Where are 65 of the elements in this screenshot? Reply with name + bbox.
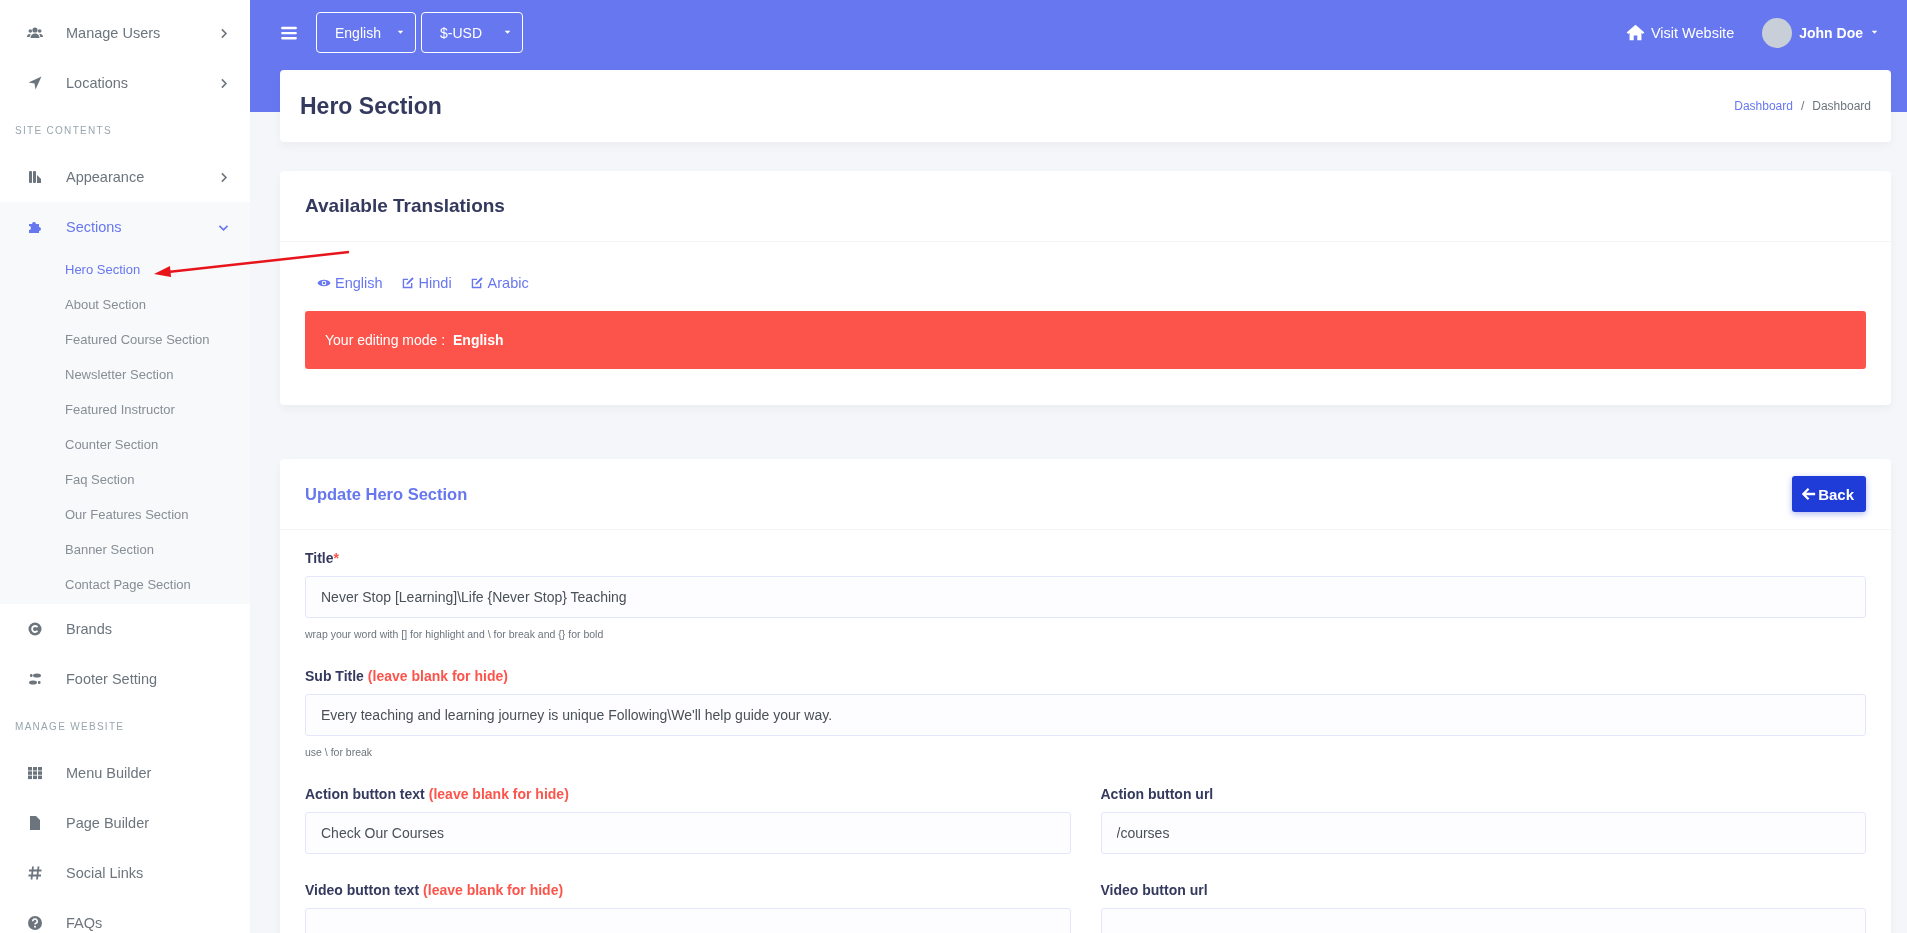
language-link[interactable]: Hindi [400,275,452,291]
submenu-item[interactable]: About Section [0,287,250,322]
edit-icon [400,276,415,290]
user-menu[interactable]: John Doe [1762,17,1879,48]
field-label: Title* [305,550,340,566]
language-link[interactable]: Arabic [469,275,529,291]
sidebar-item[interactable]: Manage Users [0,8,250,58]
sidebar-item[interactable]: FAQs [0,898,250,933]
breadcrumb-separator: / [1800,99,1805,113]
editing-mode-alert: Your editing mode : English [305,311,1866,369]
submenu-item[interactable]: Contact Page Section [0,567,250,602]
page-title: Hero Section [300,92,442,120]
section-heading: MANAGE WEBSITE [14,719,126,734]
breadcrumb-link[interactable]: Dashboard [1734,99,1793,113]
field-label: Action button text (leave blank for hide) [305,786,570,802]
caret-icon [1870,28,1879,37]
submenu-item[interactable]: Faq Section [0,462,250,497]
edit-icon [469,276,484,290]
arrow-left-icon [1802,487,1817,501]
sidebar-item[interactable]: Locations [0,58,250,108]
back-button[interactable]: Back [1792,476,1866,512]
submenu-item[interactable]: Counter Section [0,427,250,462]
sidebar-item[interactable]: Page Builder [0,798,250,848]
file-icon [27,815,43,831]
input-field[interactable]: Every teaching and learning journey is unique Following\We'll help guide your way. [305,694,1866,736]
home-icon [1625,23,1645,42]
sidebar-item[interactable]: Footer Setting [0,654,250,704]
sidebar-item[interactable]: Menu Builder [0,748,250,798]
users-icon [27,25,43,41]
sidebar-item[interactable]: Sections [0,202,250,252]
breadcrumb-current: Dashboard [1812,99,1871,113]
language-select[interactable]: English [316,12,416,53]
help-text: wrap your word with [] for highlight and \ for break and {} for bold [305,628,605,640]
sidebar-item[interactable]: Brands [0,604,250,654]
input-field[interactable]: Never Stop [Learning]\Life {Never Stop} Teaching [305,576,1866,618]
puzzle-icon [27,219,43,235]
copyright-icon [27,621,43,637]
input-field[interactable]: /courses [1100,812,1866,854]
language-link[interactable]: English [317,275,383,291]
field-label: Video button url [1100,882,1209,898]
submenu-item[interactable]: Featured Course Section [0,322,250,357]
shoe-prints-icon [27,671,43,687]
field-label: Sub Title (leave blank for hide) [305,668,509,684]
currency-select[interactable]: $-USD [421,12,523,53]
hashtag-icon [27,865,43,881]
field-label: Video button text (leave blank for hide) [305,882,565,898]
input-field[interactable]: Check Our Courses [305,812,1071,854]
field-label: Action button url [1100,786,1215,802]
section-heading: SITE CONTENTS [14,123,113,138]
sidebar-item[interactable]: Appearance [0,152,250,202]
submenu-item[interactable]: Banner Section [0,532,250,567]
help-text: use \ for break [305,746,374,758]
card-title: Available Translations [305,195,505,217]
location-arrow-icon [27,75,43,91]
submenu-item[interactable]: Featured Instructor [0,392,250,427]
caret-icon [396,28,405,37]
submenu-item[interactable]: Our Features Section [0,497,250,532]
visit-website-link[interactable]: Visit Website [1625,23,1735,42]
submenu-item[interactable]: Newsletter Section [0,357,250,392]
caret-icon [503,28,512,37]
sidebar-item[interactable]: Social Links [0,848,250,898]
grid-icon [27,765,43,781]
form-title: Update Hero Section [305,484,468,504]
submenu-item[interactable]: Hero Section [0,252,250,287]
palette-icon [27,169,43,185]
